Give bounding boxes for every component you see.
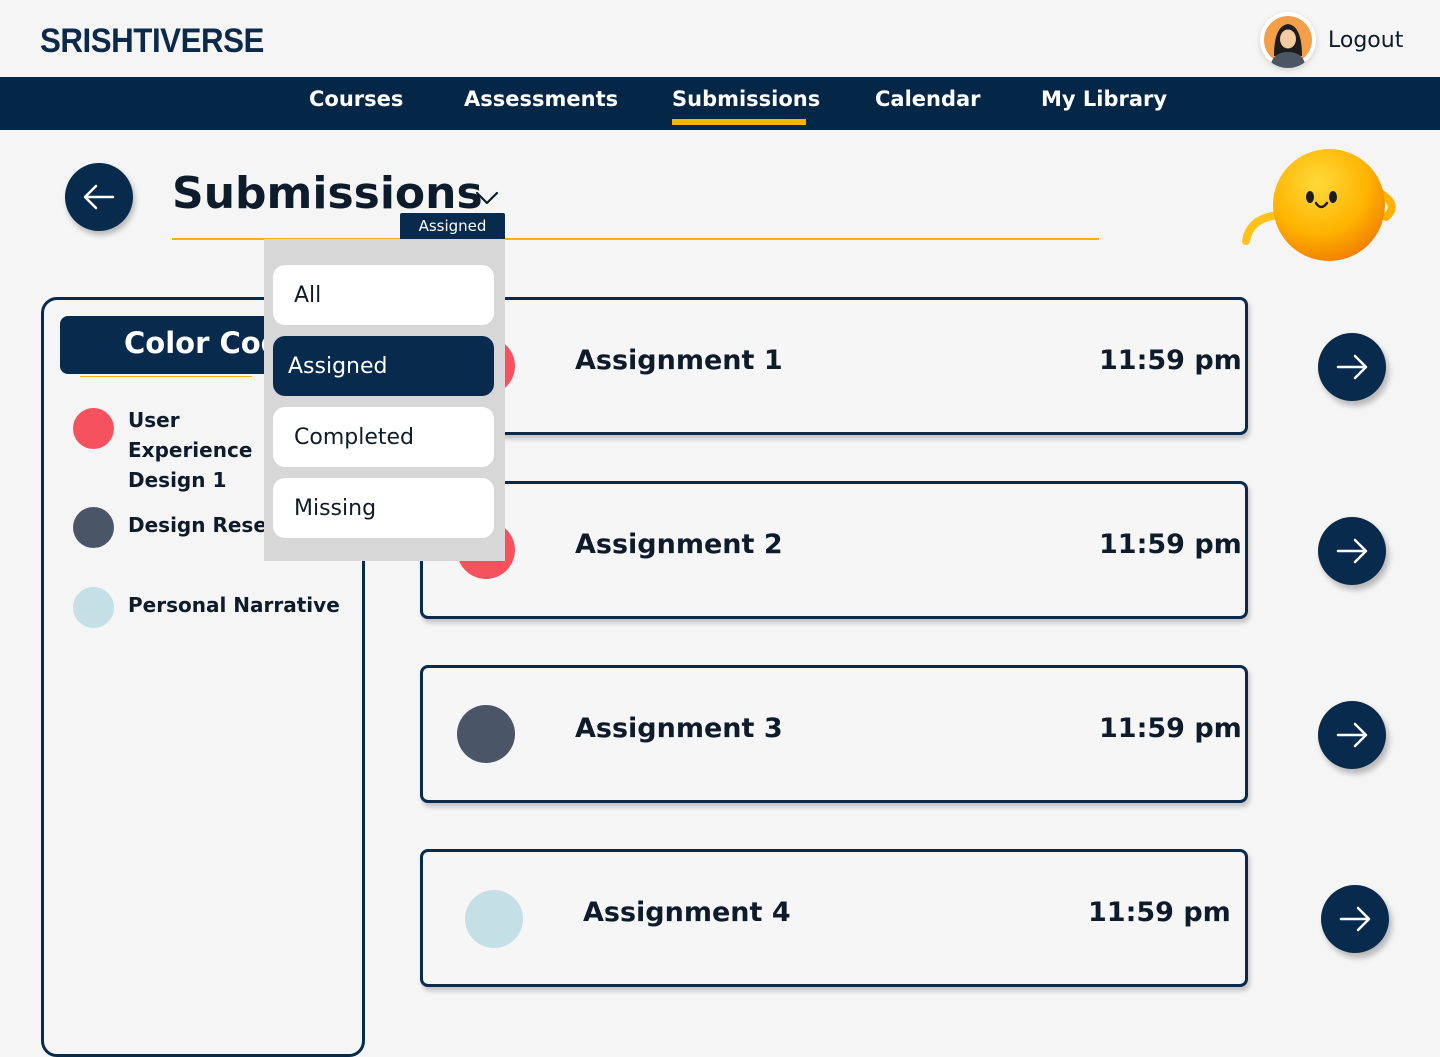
assignment-card-1[interactable]: Assignment 1 11:59 pm [420,297,1248,435]
chevron-down-icon[interactable] [474,188,500,208]
open-assignment-4-button[interactable] [1321,885,1389,953]
nav-submissions[interactable]: Submissions [672,87,820,111]
assignment-name: Assignment 3 [575,713,783,744]
legend-label-narrative: Personal Narrative [128,593,340,617]
user-avatar-icon[interactable] [1260,12,1316,68]
assignment-name: Assignment 1 [575,345,783,376]
open-assignment-1-button[interactable] [1318,333,1386,401]
nav-courses[interactable]: Courses [309,87,403,111]
filter-option-completed[interactable]: Completed [273,407,494,467]
assignment-name: Assignment 2 [575,529,783,560]
assignment-due-time: 11:59 pm [1099,713,1242,744]
open-assignment-2-button[interactable] [1318,517,1386,585]
main-nav: Courses Assessments Submissions Calendar… [0,77,1440,130]
filter-option-assigned[interactable]: Assigned [273,336,494,396]
assignment-name: Assignment 4 [583,897,791,928]
arrow-right-icon [1336,538,1368,564]
arrow-left-icon [83,184,115,210]
assignment-color-dot [457,705,515,763]
filter-option-missing[interactable]: Missing [273,478,494,538]
arrow-right-icon [1336,722,1368,748]
filter-option-all[interactable]: All [273,265,494,325]
assignment-card-2[interactable]: Assignment 2 11:59 pm [420,481,1248,619]
active-nav-indicator [672,119,806,125]
back-button[interactable] [65,163,133,231]
page-title: Submissions [172,168,483,219]
brand-logo[interactable]: SRISHTIVERSE [40,22,264,61]
assignment-due-time: 11:59 pm [1088,897,1231,928]
arrow-right-icon [1339,906,1371,932]
nav-assessments[interactable]: Assessments [464,87,618,111]
filter-selected-tag[interactable]: Assigned [400,213,505,239]
legend-dot-narrative [73,587,114,628]
assignment-color-dot [465,890,523,948]
logout-link[interactable]: Logout [1328,28,1403,53]
assignment-card-4[interactable]: Assignment 4 11:59 pm [420,849,1248,987]
legend-dot-research [73,507,114,548]
nav-calendar[interactable]: Calendar [875,87,981,111]
color-code-divider [80,376,252,377]
mascot-icon [1240,145,1402,269]
nav-my-library[interactable]: My Library [1041,87,1167,111]
legend-dot-ux [73,408,114,449]
open-assignment-3-button[interactable] [1318,701,1386,769]
assignment-card-3[interactable]: Assignment 3 11:59 pm [420,665,1248,803]
assignment-due-time: 11:59 pm [1099,529,1242,560]
assignment-due-time: 11:59 pm [1099,345,1242,376]
filter-dropdown: All Assigned Completed Missing [264,239,505,561]
arrow-right-icon [1336,354,1368,380]
